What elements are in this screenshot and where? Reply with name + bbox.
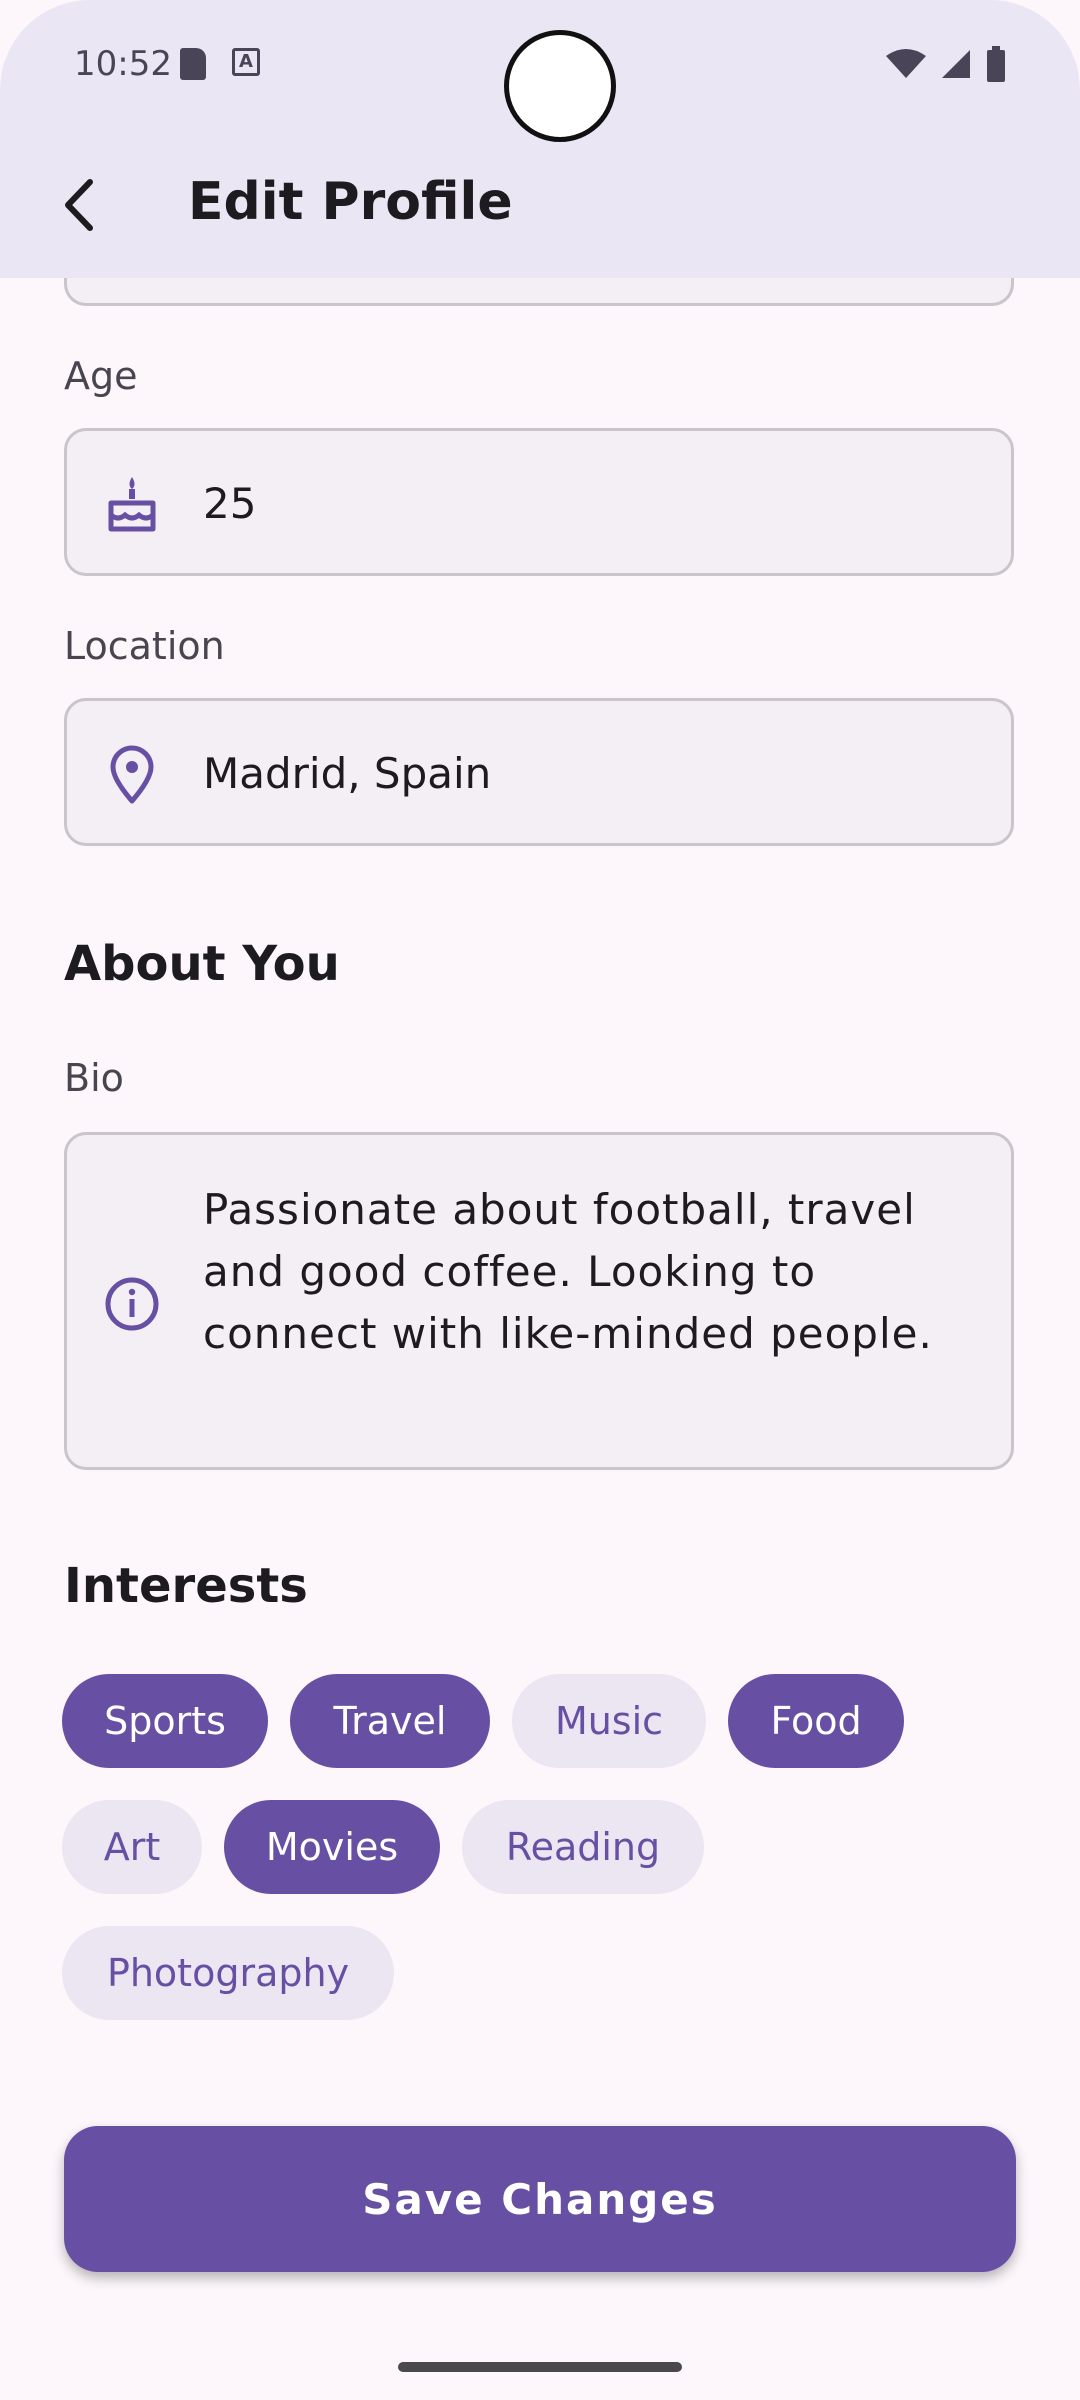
battery-icon (987, 46, 1005, 82)
keyboard-a-icon: A (232, 48, 260, 76)
interests-section-title: Interests (64, 1558, 308, 1614)
bio-label: Bio (64, 1056, 124, 1100)
age-label: Age (64, 354, 138, 398)
home-indicator[interactable] (398, 2362, 682, 2372)
location-value: Madrid, Spain (203, 749, 492, 798)
wifi-icon (886, 49, 926, 78)
status-time: 10:52 (74, 44, 172, 84)
chip-art[interactable]: Art (62, 1800, 202, 1894)
chip-photography[interactable]: Photography (62, 1926, 394, 2020)
bio-field[interactable]: Passionate about football, travel and go… (64, 1132, 1014, 1470)
chip-reading[interactable]: Reading (462, 1800, 704, 1894)
chip-travel[interactable]: Travel (290, 1674, 490, 1768)
chip-sports[interactable]: Sports (62, 1674, 268, 1768)
edit-profile-screen: 10:52 A Edit Profile Age 25 Location Mad… (0, 0, 1080, 2400)
cake-icon (108, 477, 156, 532)
chip-movies[interactable]: Movies (224, 1800, 440, 1894)
camera-cutout (504, 30, 616, 142)
location-field[interactable]: Madrid, Spain (64, 698, 1014, 846)
signal-icon (942, 50, 970, 78)
back-arrow-icon[interactable] (50, 170, 120, 240)
status-system-icons (886, 46, 1006, 82)
sd-card-icon (180, 48, 206, 80)
bio-value: Passionate about football, travel and go… (203, 1185, 933, 1358)
chip-food[interactable]: Food (728, 1674, 904, 1768)
age-value: 25 (203, 479, 257, 528)
info-icon (105, 1277, 159, 1331)
top-app-bar: 10:52 A Edit Profile (0, 0, 1080, 278)
status-notification-icons: A (180, 48, 260, 80)
age-field[interactable]: 25 (64, 428, 1014, 576)
location-pin-icon (110, 745, 154, 804)
location-label: Location (64, 624, 225, 668)
about-section-title: About You (64, 936, 340, 992)
save-changes-button[interactable]: Save Changes (64, 2126, 1016, 2272)
page-title: Edit Profile (188, 172, 513, 232)
chip-music[interactable]: Music (512, 1674, 706, 1768)
